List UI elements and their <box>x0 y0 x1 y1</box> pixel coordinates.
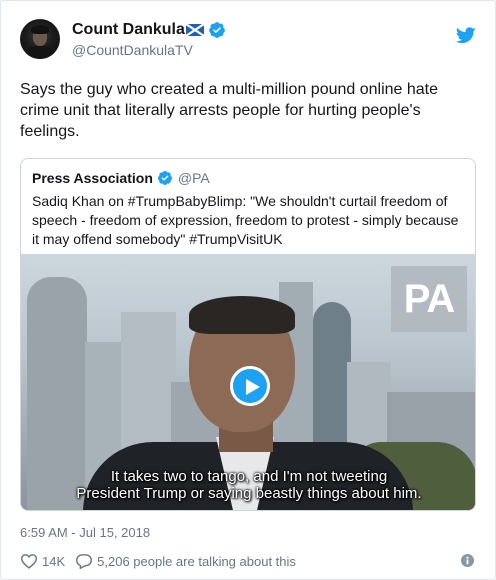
verified-badge-icon <box>157 171 172 185</box>
tweet-text: Says the guy who created a multi-million… <box>20 81 439 140</box>
display-name[interactable]: Count Dankula <box>72 21 185 39</box>
speech-bubble-icon[interactable] <box>75 553 93 569</box>
tweet-header: Count Dankula @CountDankulaTV <box>20 19 478 69</box>
tweet-actions: 14K 5,206 people are talking about this <box>20 552 476 570</box>
quoted-tweet[interactable]: Press Association @PA Sadiq Khan on #Tru… <box>20 158 476 511</box>
quoted-tweet-text: Sadiq Khan on #TrumpBabyBlimp: "We shoul… <box>32 193 459 247</box>
tweet-card: Count Dankula @CountDankulaTV Says the g… <box>0 0 496 580</box>
video-player[interactable]: PA It takes two to tango, and I'm not tw… <box>21 254 475 510</box>
like-count[interactable]: 14K <box>42 554 65 569</box>
talking-count[interactable]: 5,206 people are talking about this <box>97 554 296 569</box>
caption-line: President Trump or saying beastly things… <box>76 485 422 502</box>
play-button[interactable] <box>230 366 270 406</box>
quoted-tweet-header: Press Association @PA <box>32 168 210 188</box>
pa-logo: PA <box>391 266 467 332</box>
twitter-bird-icon[interactable] <box>456 27 476 44</box>
author-names: Count Dankula @CountDankulaTV <box>72 20 226 58</box>
scotland-flag-icon <box>185 24 204 36</box>
user-handle[interactable]: @CountDankulaTV <box>72 42 226 58</box>
avatar[interactable] <box>20 19 60 59</box>
avatar-body <box>26 46 54 59</box>
heart-icon[interactable] <box>20 553 38 569</box>
video-caption: It takes two to tango, and I'm not tweet… <box>21 468 475 502</box>
avatar-hair <box>31 25 49 34</box>
caption-line: It takes two to tango, and I'm not tweet… <box>110 468 388 485</box>
quoted-display-name[interactable]: Press Association <box>32 170 153 186</box>
play-icon <box>246 379 260 395</box>
person-hair <box>189 296 295 334</box>
info-icon[interactable] <box>461 554 474 567</box>
verified-badge-icon <box>209 22 225 38</box>
tweet-timestamp[interactable]: 6:59 AM - Jul 15, 2018 <box>20 525 150 540</box>
quoted-handle[interactable]: @PA <box>178 170 210 186</box>
display-name-row: Count Dankula <box>72 20 226 40</box>
